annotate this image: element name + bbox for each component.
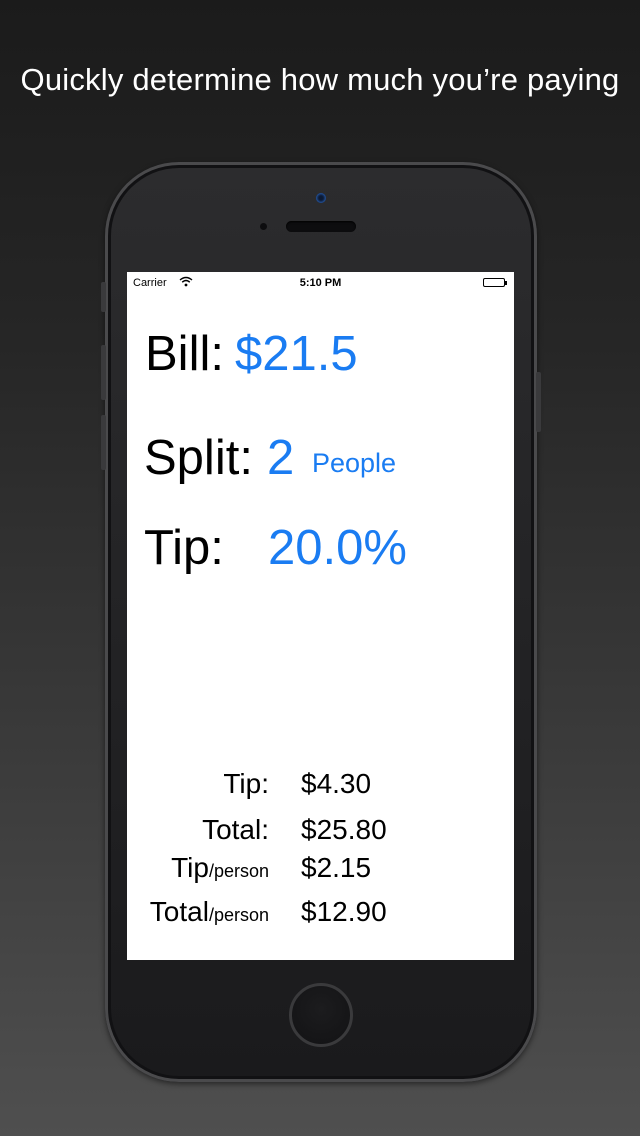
- summary-tip-per-person-value: $2.15: [301, 852, 372, 883]
- summary-tip-per-person-label: Tip/person: [171, 852, 269, 883]
- battery-icon: [483, 278, 507, 287]
- headline: Quickly determine how much you’re paying: [20, 62, 620, 97]
- volume-up-button: [101, 345, 106, 400]
- summary-tip-label: Tip:: [223, 768, 269, 799]
- volume-down-button: [101, 415, 106, 470]
- bill-label: Bill:: [145, 327, 224, 381]
- tip-label: Tip:: [144, 521, 224, 575]
- front-camera: [316, 193, 326, 203]
- mute-switch: [101, 282, 106, 312]
- summary-tip-value: $4.30: [301, 768, 372, 799]
- summary-total-per-person-value: $12.90: [301, 896, 387, 927]
- status-bar: Carrier 5:10 PM: [127, 272, 514, 294]
- summary-total-label: Total:: [202, 814, 269, 845]
- app-screen: Carrier 5:10 PM Bill: $21.5 Split: 2 Peo…: [127, 272, 514, 960]
- home-button[interactable]: [289, 983, 353, 1047]
- split-label: Split:: [144, 431, 253, 485]
- tip-percent-field[interactable]: 20.0%: [268, 524, 407, 573]
- status-time: 5:10 PM: [299, 277, 342, 289]
- split-unit-label: People: [312, 448, 397, 478]
- bill-amount-field[interactable]: $21.5: [235, 330, 358, 379]
- proximity-sensor: [260, 223, 267, 230]
- summary-total-value: $25.80: [301, 814, 387, 845]
- summary-total-per-person-label: Total/person: [149, 896, 269, 927]
- split-count-field[interactable]: 2: [267, 434, 294, 483]
- earpiece-speaker: [286, 221, 356, 232]
- power-button: [536, 372, 541, 432]
